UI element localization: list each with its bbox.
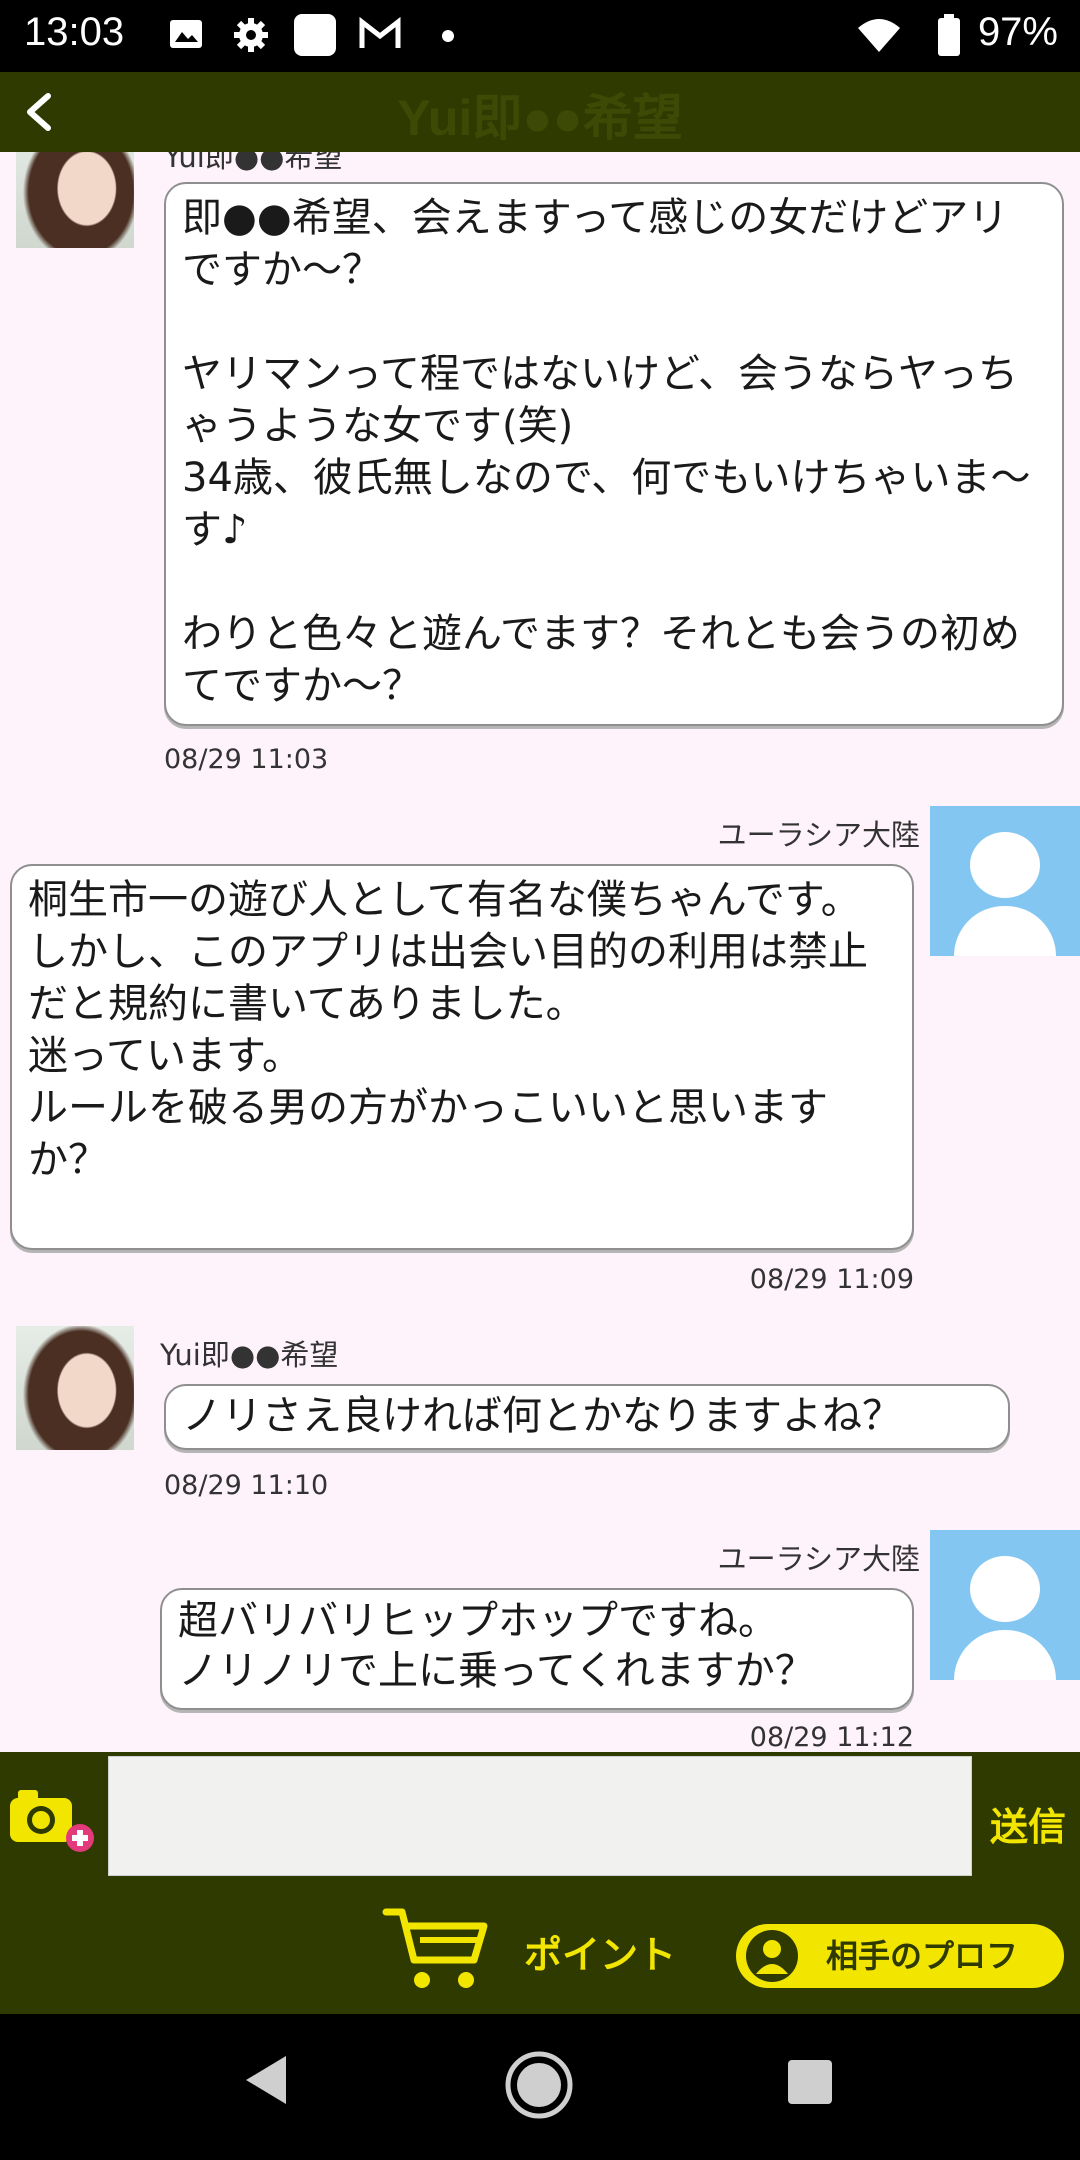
user-head-icon [970, 1556, 1040, 1622]
nav-recents-icon[interactable] [786, 2058, 834, 2106]
page-title: Yui即●●希望 [397, 90, 683, 146]
my-name: ユーラシア大陸 [717, 1542, 920, 1576]
wifi-icon [858, 19, 900, 52]
nav-back-icon[interactable] [244, 2054, 288, 2106]
battery-percent: 97% [977, 10, 1058, 54]
message-bubble-sent: 超バリバリヒップホップですね。 ノリノリで上に乗ってくれますか？ [160, 1588, 914, 1710]
points-button[interactable]: ポイント [524, 1924, 676, 1979]
message-timestamp: 08/29 11:12 [749, 1722, 914, 1752]
battery-icon [938, 14, 960, 56]
my-avatar[interactable] [930, 806, 1080, 956]
app-header: Yui即●●希望 [0, 72, 1080, 152]
partner-name: Yui即●●希望 [160, 1338, 339, 1372]
cart-icon[interactable] [380, 1902, 490, 1992]
message-timestamp: 08/29 11:10 [164, 1470, 329, 1501]
message-bubble-received: 即●●希望、会えますって感じの女だけどアリですか～？ ヤリマンって程ではないけど… [164, 182, 1064, 726]
user-body-icon [954, 906, 1056, 956]
settings-icon [234, 18, 268, 52]
app-notification-icon [294, 14, 336, 56]
status-bar: 13:03 97% [0, 0, 1080, 72]
chat-list[interactable]: Yui即●●希望 即●●希望、会えますって感じの女だけどアリですか～？ ヤリマン… [0, 152, 1080, 1752]
message-timestamp: 08/29 11:09 [749, 1264, 914, 1295]
partner-avatar[interactable] [16, 152, 134, 248]
message-bubble-received: ノリさえ良ければ何とかなりますよね？ [164, 1384, 1010, 1450]
message-bubble-sent: 桐生市一の遊び人として有名な僕ちゃんです。 しかし、このアプリは出会い目的の利用… [10, 864, 914, 1250]
gmail-icon [359, 16, 401, 48]
camera-add-icon[interactable] [8, 1786, 98, 1856]
partner-name: Yui即●●希望 [164, 152, 343, 174]
partner-profile-label: 相手のプロフ [826, 1937, 1019, 1975]
my-name: ユーラシア大陸 [717, 818, 920, 852]
system-nav-bar [0, 2014, 1080, 2160]
message-input[interactable] [108, 1756, 972, 1876]
notification-dot-icon [442, 30, 454, 42]
message-timestamp: 08/29 11:03 [164, 744, 329, 775]
my-avatar[interactable] [930, 1530, 1080, 1680]
image-notification-icon [170, 20, 202, 48]
send-button[interactable]: 送信 [990, 1796, 1066, 1851]
partner-profile-button[interactable]: 相手のプロフ [736, 1924, 1064, 1988]
user-head-icon [970, 832, 1040, 898]
user-body-icon [954, 1630, 1056, 1680]
partner-avatar[interactable] [16, 1326, 134, 1450]
person-icon [746, 1930, 798, 1982]
status-time: 13:03 [24, 10, 125, 54]
nav-home-icon[interactable] [504, 2050, 574, 2120]
composer-bar: 送信 ポイント 相手のプロフ [0, 1752, 1080, 2014]
